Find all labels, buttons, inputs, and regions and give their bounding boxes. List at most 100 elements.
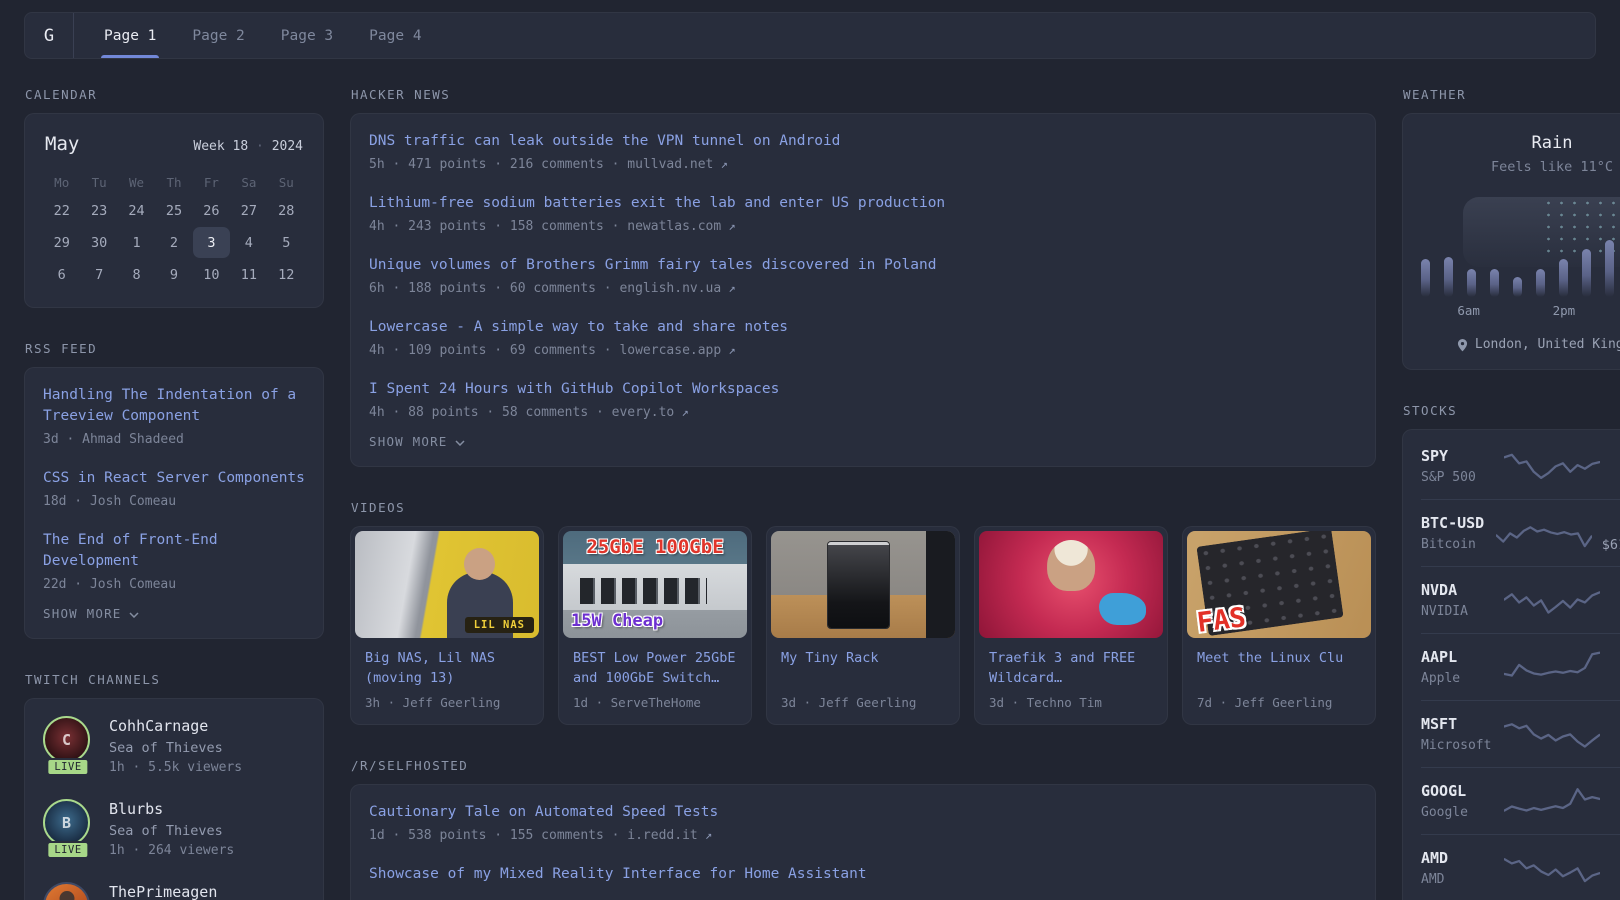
app-logo[interactable]: G — [25, 13, 74, 58]
post-meta: 4h · 88 points · 58 comments · every.to … — [369, 405, 689, 421]
twitch-channel-info: ThePrimeagen — [109, 882, 305, 900]
calendar-day-header: Su — [278, 174, 294, 190]
post-item: DNS traffic can leak outside the VPN tun… — [369, 131, 1357, 172]
avatar-wrapper: B LIVE — [43, 799, 93, 860]
chevron-down-icon — [455, 440, 465, 446]
calendar-day: 4 — [244, 234, 253, 251]
post-title-link[interactable]: CSS in React Server Components — [43, 468, 305, 489]
calendar-day-header: Fr — [203, 174, 219, 190]
twitch-channel-name[interactable]: CohhCarnage — [109, 717, 305, 735]
post-title-link[interactable]: The End of Front-End Development — [43, 530, 305, 572]
right-column: WEATHER Rain Feels like 11°C 12° 6am2pm1… — [1402, 87, 1620, 900]
calendar-day: 11 — [240, 266, 257, 283]
post-item: CSS in React Server Components 18d · Josh… — [43, 468, 305, 509]
video-card[interactable]: My Tiny Rack 3d · Jeff Geerling — [766, 526, 960, 726]
stock-identity: GOOGL Google — [1421, 782, 1494, 820]
calendar-day: 24 — [128, 202, 145, 219]
calendar-day: 29 — [53, 234, 70, 251]
stock-sparkline — [1504, 591, 1600, 614]
video-card[interactable]: Traefik 3 and FREE Wildcard… 3d · Techno … — [974, 526, 1168, 726]
weather-bar — [1467, 269, 1476, 297]
stock-symbol: GOOGL — [1421, 782, 1467, 800]
twitch-channel-row[interactable]: C LIVE CohhCarnage Sea of Thieves 1h · 5.5k … — [43, 716, 305, 777]
post-title-link[interactable]: Unique volumes of Brothers Grimm fairy t… — [369, 255, 1357, 276]
stock-identity: AAPL Apple — [1421, 648, 1494, 686]
avatar: C — [43, 716, 90, 764]
stock-values: +1.29% $511.57 — [1610, 447, 1620, 486]
twitch-channel-name[interactable]: ThePrimeagen — [109, 883, 305, 900]
show-more-button[interactable]: SHOW MORE — [369, 434, 1357, 449]
left-column: CALENDAR May Week 18 · 2024 Mo Tu We Th Fr Sa… — [24, 87, 324, 900]
stock-identity: BTC-USD Bitcoin — [1421, 514, 1486, 552]
widget-label: TWITCH CHANNELS — [25, 672, 161, 688]
twitch-channel-name[interactable]: Blurbs — [109, 800, 305, 818]
twitch-channel-row[interactable]: B LIVE Blurbs Sea of Thieves 1h · 264 viewer… — [43, 799, 305, 860]
show-more-button[interactable]: SHOW MORE — [43, 606, 305, 621]
stock-sparkline — [1504, 723, 1600, 748]
stock-row[interactable]: MSFT Microsoft +2.16% $406.43 — [1421, 700, 1620, 767]
video-card[interactable]: FAS Meet the Linux Clu 7d · Jeff Geerling — [1182, 526, 1376, 726]
calendar-day-header: Tu — [91, 174, 107, 190]
post-title-link[interactable]: DNS traffic can leak outside the VPN tun… — [369, 131, 1357, 152]
widget-label: WEATHER — [1403, 87, 1467, 102]
external-link-icon: ↗ — [674, 405, 689, 420]
tab-page-2[interactable]: Page 2 — [192, 13, 244, 58]
stock-row[interactable]: AMD AMD +2.94% $150.45 — [1421, 834, 1620, 900]
stocks-widget: STOCKS SPY S&P 500 +1.29% $511.57 BTC-USD Bit… — [1402, 403, 1620, 900]
video-card[interactable]: LIL NAS Big NAS, Lil NAS (moving 13) 3h · … — [350, 526, 544, 726]
calendar-day-header: Th — [166, 174, 182, 190]
weather-bar — [1490, 269, 1499, 297]
stock-row[interactable]: SPY S&P 500 +1.29% $511.57 — [1421, 433, 1620, 499]
post-meta: 4h · 243 points · 158 comments · newatla… — [369, 219, 736, 235]
rss-card: Handling The Indentation of a Treeview C… — [24, 367, 324, 640]
widget-label: VIDEOS — [351, 500, 406, 516]
twitch-game-title: Sea of Thieves — [109, 740, 223, 757]
weather-bar — [1536, 269, 1545, 297]
dashboard-columns: CALENDAR May Week 18 · 2024 Mo Tu We Th Fr Sa… — [24, 87, 1620, 900]
widget-label: RSS FEED — [25, 341, 98, 356]
stock-price: $184.91 — [1610, 671, 1620, 687]
middle-column: HACKER NEWS DNS traffic can leak outside… — [350, 87, 1376, 900]
calendar-day: 12 — [278, 266, 295, 283]
video-card[interactable]: 25GbE 100GbE 15W Cheap BEST Low Power 25Gb… — [558, 526, 752, 726]
weather-bar — [1444, 257, 1453, 297]
stock-price: $406.43 — [1610, 738, 1620, 754]
stock-symbol: BTC-USD — [1421, 514, 1485, 532]
post-title-link[interactable]: Handling The Indentation of a Treeview C… — [43, 385, 305, 427]
calendar-day-header: Mo — [54, 174, 70, 190]
stock-row[interactable]: AAPL Apple +6.87% $184.91 — [1421, 633, 1620, 700]
post-meta: 4h · 109 points · 69 comments · lowercas… — [369, 343, 736, 359]
weather-bars — [1421, 205, 1620, 297]
stock-price: $888.40 — [1610, 604, 1620, 620]
video-thumbnail: LIL NAS — [355, 531, 539, 639]
weather-location: London, United Kingdom — [1421, 337, 1620, 352]
calendar-month: May — [45, 133, 80, 155]
post-title-link[interactable]: Cautionary Tale on Automated Speed Tests — [369, 802, 1357, 823]
post-title-link[interactable]: I Spent 24 Hours with GitHub Copilot Wor… — [369, 379, 1357, 400]
show-more-label: SHOW MORE — [43, 606, 122, 622]
avatar-wrapper: C LIVE — [43, 716, 93, 777]
reddit-card: Cautionary Tale on Automated Speed Tests… — [350, 784, 1376, 900]
external-link-icon: ↗ — [697, 828, 713, 843]
twitch-channel-info: CohhCarnage Sea of Thieves 1h · 5.5k viewe… — [109, 716, 305, 775]
tab-page-4[interactable]: Page 4 — [369, 13, 421, 58]
stock-row[interactable]: BTC-USD Bitcoin +4.40% $61,725.48 — [1421, 499, 1620, 566]
twitch-channel-row[interactable]: ThePrimeagen — [43, 882, 305, 900]
external-link-icon: ↗ — [721, 343, 736, 358]
stock-values: +6.87% $184.91 — [1610, 648, 1620, 687]
avatar — [43, 882, 90, 900]
tab-page-1[interactable]: Page 1 — [100, 13, 160, 58]
stock-values: +3.52% $888.40 — [1610, 581, 1620, 620]
post-title-link[interactable]: Showcase of my Mixed Reality Interface f… — [369, 864, 1357, 885]
weather-hourly-chart: 12° — [1421, 197, 1620, 297]
thumbnail-overlay-text: 15W Cheap — [571, 611, 664, 632]
post-title-link[interactable]: Lowercase - A simple way to take and sha… — [369, 317, 1357, 338]
hacker-news-card: DNS traffic can leak outside the VPN tun… — [350, 113, 1376, 468]
weather-location-text: London, United Kingdom — [1474, 337, 1620, 352]
stock-row[interactable]: GOOGL Google +0.10% $166.78 — [1421, 767, 1620, 834]
weather-bar — [1605, 240, 1614, 297]
tab-page-3[interactable]: Page 3 — [281, 13, 333, 58]
top-navigation-bar: G Page 1 Page 2 Page 3 Page 4 — [24, 12, 1596, 59]
post-title-link[interactable]: Lithium-free sodium batteries exit the l… — [369, 193, 1357, 214]
stock-row[interactable]: NVDA NVIDIA +3.52% $888.40 — [1421, 566, 1620, 633]
